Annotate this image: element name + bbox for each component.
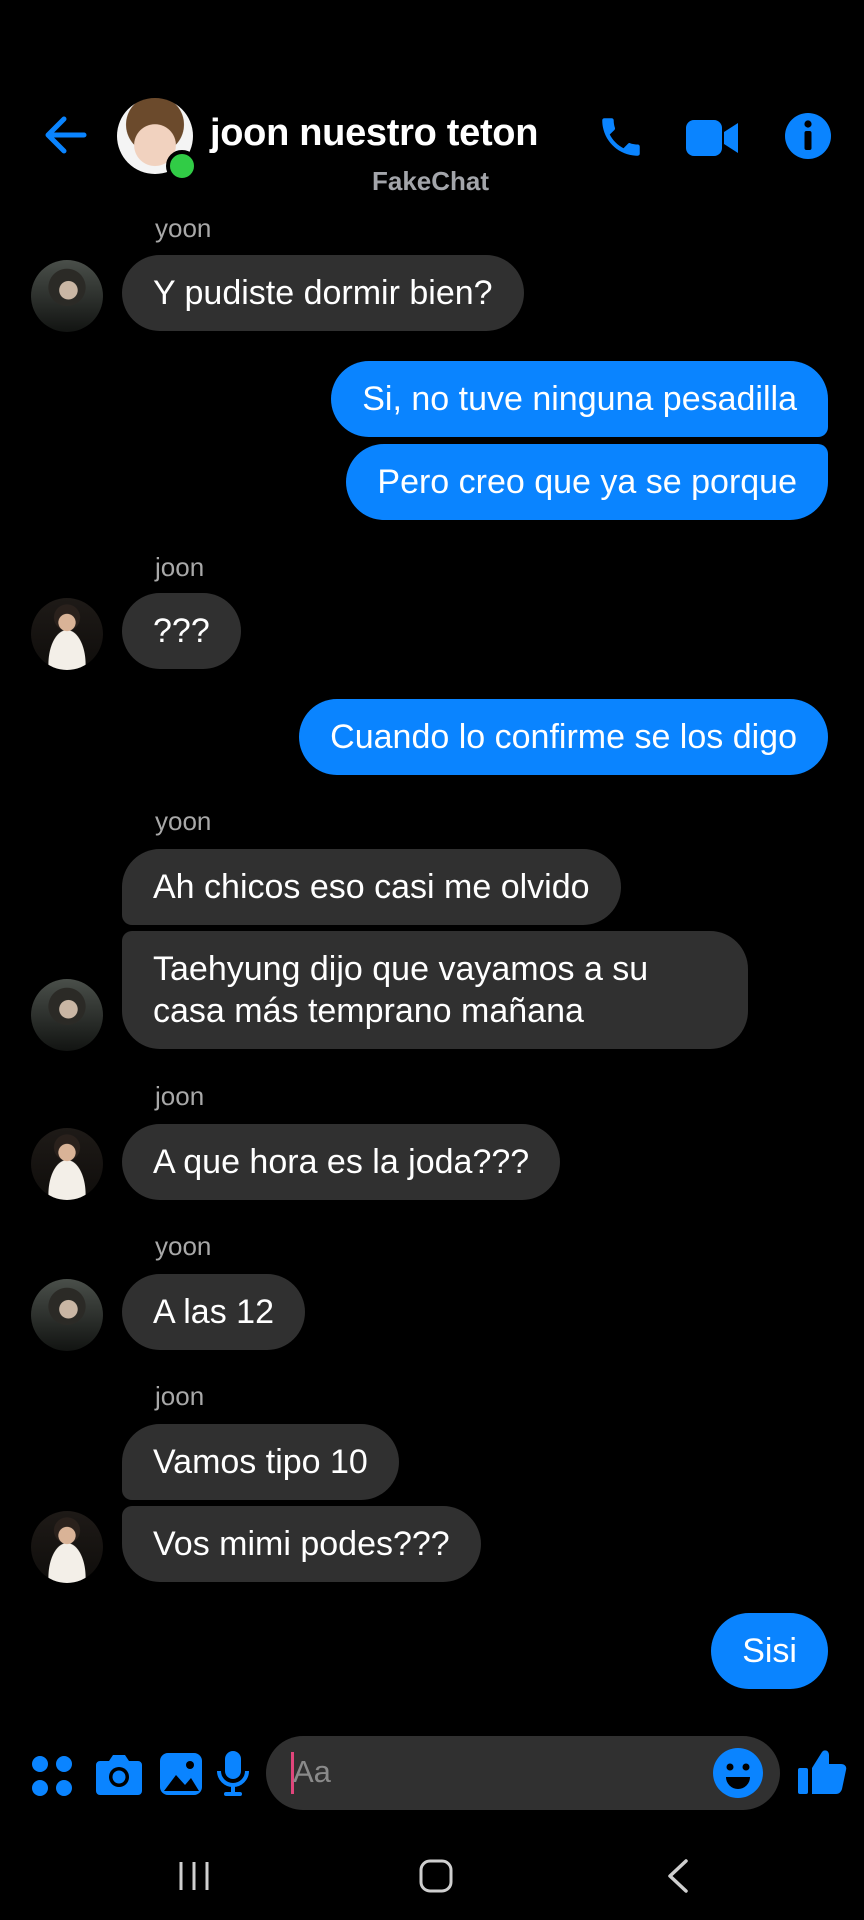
sender-name: joon	[155, 1381, 205, 1411]
recent-apps-icon[interactable]	[176, 1858, 212, 1899]
sender-name: yoon	[155, 1231, 212, 1261]
sender-name: joon	[155, 552, 205, 582]
thumbs-up-icon[interactable]	[796, 1746, 848, 1803]
apps-icon[interactable]	[30, 1754, 74, 1803]
message-bubble-outgoing[interactable]: Si, no tuve ninguna pesadilla	[331, 361, 828, 437]
message-bubble-incoming[interactable]: A que hora es la joda???	[122, 1124, 561, 1200]
avatar-joon[interactable]	[31, 598, 103, 670]
message-bubble-outgoing[interactable]: Sisi	[711, 1613, 828, 1689]
message-bubble-incoming[interactable]: Vamos tipo 10	[122, 1424, 399, 1500]
chat-subtitle: FakeChat	[372, 166, 490, 196]
message-bubble-outgoing[interactable]: Cuando lo confirme se los digo	[299, 699, 828, 775]
message-bubble-incoming[interactable]: ???	[122, 593, 241, 669]
message-bubble-incoming[interactable]: Ah chicos eso casi me olvido	[122, 849, 621, 925]
message-bubble-outgoing[interactable]: Pero creo que ya se porque	[346, 444, 828, 520]
online-status-dot	[166, 150, 198, 182]
sender-name: joon	[155, 1081, 205, 1111]
gallery-icon[interactable]	[158, 1751, 204, 1802]
sender-name: yoon	[155, 213, 212, 243]
microphone-icon[interactable]	[216, 1749, 250, 1804]
back-arrow-icon[interactable]	[42, 112, 88, 163]
avatar-yoon[interactable]	[31, 260, 103, 332]
message-bubble-incoming[interactable]: Y pudiste dormir bien?	[122, 255, 524, 331]
message-bubble-incoming[interactable]: A las 12	[122, 1274, 305, 1350]
chat-title[interactable]: joon nuestro teton	[210, 112, 538, 155]
avatar-yoon[interactable]	[31, 1279, 103, 1351]
phone-icon[interactable]	[596, 112, 646, 167]
message-bubble-incoming[interactable]: Vos mimi podes???	[122, 1506, 481, 1582]
emoji-icon[interactable]	[712, 1747, 764, 1804]
sender-name: yoon	[155, 806, 212, 836]
system-back-icon[interactable]	[664, 1858, 692, 1899]
avatar-yoon[interactable]	[31, 979, 103, 1051]
video-camera-icon[interactable]	[684, 116, 740, 165]
message-input[interactable]	[266, 1736, 780, 1810]
avatar-joon[interactable]	[31, 1128, 103, 1200]
avatar-joon[interactable]	[31, 1511, 103, 1583]
camera-icon[interactable]	[94, 1751, 144, 1802]
system-navigation-bar	[0, 1830, 864, 1920]
message-input-placeholder: Aa	[293, 1754, 331, 1789]
message-bubble-incoming[interactable]: Taehyung dijo que vayamos a su casa más …	[122, 931, 748, 1049]
info-icon[interactable]	[784, 112, 832, 165]
home-icon[interactable]	[418, 1858, 454, 1899]
